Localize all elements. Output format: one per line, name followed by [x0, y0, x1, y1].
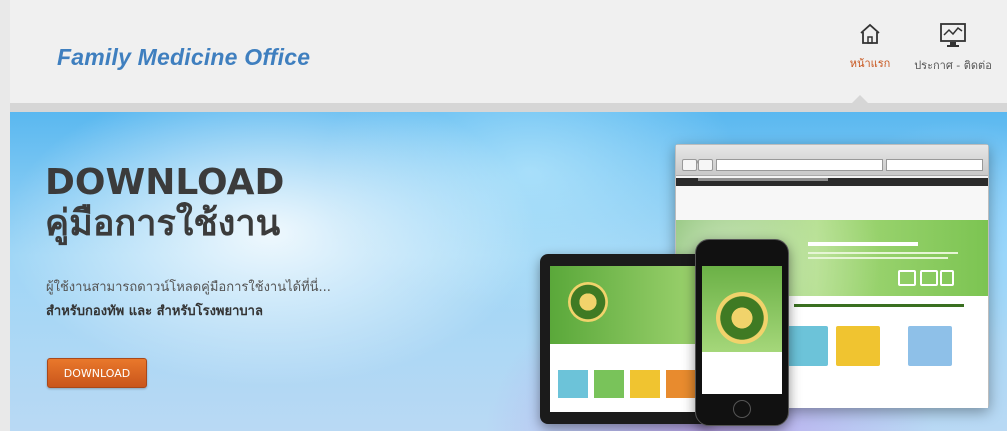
hero-title: DOWNLOAD คู่มือการใช้งาน	[45, 162, 284, 244]
nav-home-label: หน้าแรก	[849, 57, 891, 70]
devices-illustration	[540, 142, 1007, 431]
hero-title-line2: คู่มือการใช้งาน	[45, 203, 281, 244]
nav-home[interactable]: หน้าแรก	[842, 22, 898, 72]
header-divider	[10, 103, 1007, 112]
site-header: Family Medicine Office หน้าแรก ประกาศ - …	[10, 0, 1007, 103]
phone-mockup	[695, 239, 789, 426]
hero-subtitle-bold: สำหรับกองทัพ และ สำหรับโรงพยาบาล	[46, 304, 263, 319]
brand-title[interactable]: Family Medicine Office	[57, 44, 310, 71]
hero-banner: DOWNLOAD คู่มือการใช้งาน ผู้ใช้งานสามารถ…	[10, 112, 1007, 431]
nav-announce-label: ประกาศ - ติดต่อ	[914, 59, 992, 72]
home-icon	[860, 23, 880, 44]
hero-subtitle: ผู้ใช้งานสามารถดาวน์โหลดคู่มือการใช้งานไ…	[46, 280, 331, 295]
download-button[interactable]: DOWNLOAD	[47, 358, 147, 388]
tablet-mockup	[540, 254, 712, 424]
hero-title-line1: DOWNLOAD	[45, 162, 285, 203]
nav-announce-contact[interactable]: ประกาศ - ติดต่อ	[903, 22, 1003, 74]
chart-monitor-icon	[940, 23, 966, 47]
active-nav-indicator	[852, 95, 868, 103]
